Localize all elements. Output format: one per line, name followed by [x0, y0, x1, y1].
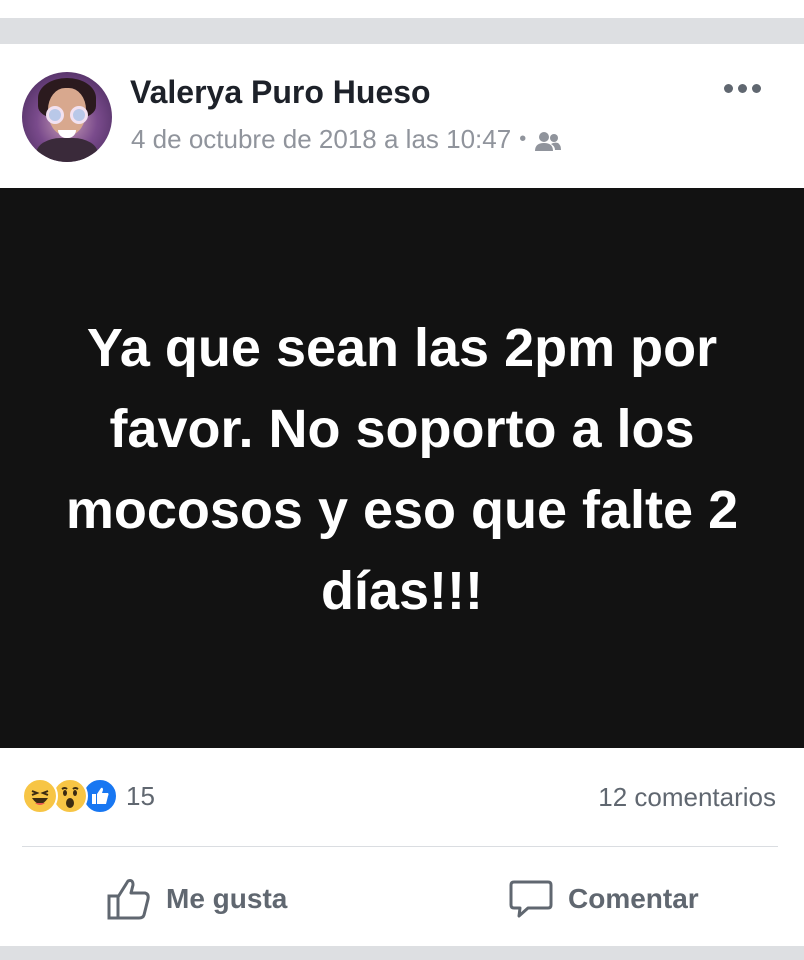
author-avatar[interactable] — [22, 72, 112, 162]
like-button-label: Me gusta — [166, 883, 288, 914]
feed-separator — [0, 18, 804, 44]
reactions-summary[interactable]: 15 — [22, 777, 155, 815]
thumbs-up-icon — [107, 879, 150, 920]
haha-reaction-icon — [22, 778, 58, 814]
comment-button[interactable]: Comentar — [508, 874, 699, 924]
more-options-icon[interactable] — [724, 84, 761, 93]
comment-bubble-icon — [509, 880, 553, 918]
author-name[interactable]: Valerya Puro Hueso — [130, 74, 431, 111]
post-meta: 4 de octubre de 2018 a las 10:47 • — [131, 124, 562, 155]
feed-post: Valerya Puro Hueso 4 de octubre de 2018 … — [0, 44, 804, 946]
feed-separator-bottom — [0, 946, 804, 960]
comment-count[interactable]: 12 comentarios — [598, 782, 776, 813]
like-button[interactable]: Me gusta — [106, 874, 287, 924]
post-timestamp[interactable]: 4 de octubre de 2018 a las 10:47 — [131, 124, 511, 155]
post-image-text: Ya que sean las 2pm por favor. No soport… — [65, 318, 739, 621]
comment-button-label: Comentar — [568, 883, 699, 914]
actions-divider — [22, 846, 778, 847]
meta-separator: • — [519, 128, 527, 150]
status-strip — [0, 0, 804, 18]
reaction-count: 15 — [126, 780, 155, 811]
friends-icon[interactable] — [534, 129, 562, 151]
post-image[interactable]: Ya que sean las 2pm por favor. No soport… — [0, 188, 804, 748]
